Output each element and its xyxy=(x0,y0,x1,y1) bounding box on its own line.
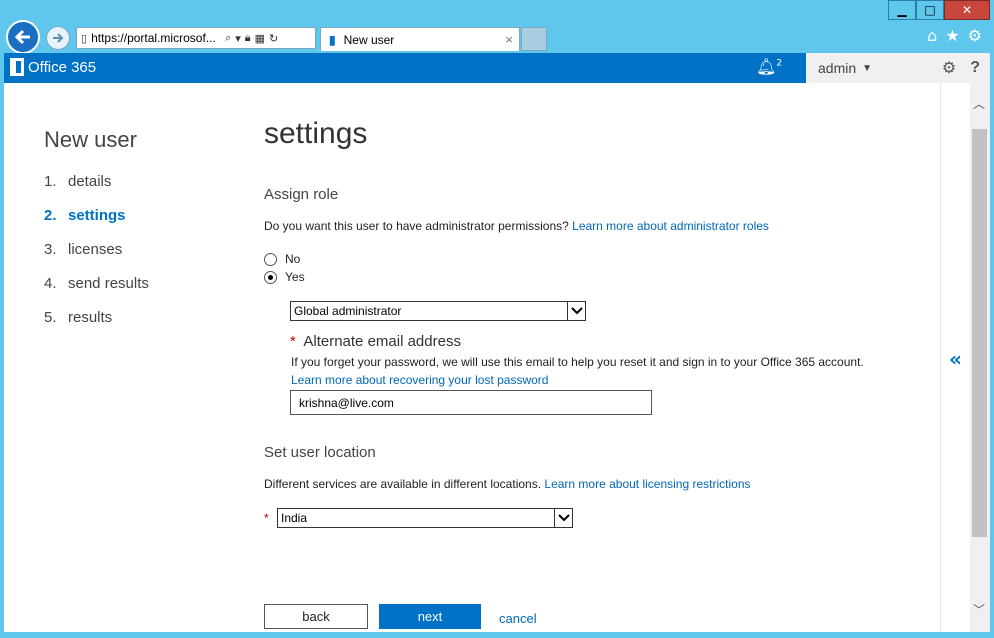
step-details[interactable]: 1. details xyxy=(44,173,149,207)
wizard-steps: 1. details 2. settings 3. licenses 4. send r… xyxy=(44,173,149,343)
chevron-down-icon[interactable]: ▼ xyxy=(862,63,872,74)
recover-password-link[interactable]: Learn more about recovering your lost pa… xyxy=(291,373,548,387)
office-logo-icon xyxy=(10,58,24,76)
address-bar[interactable]: ▯ https://portal.microsof... ⌕ ▾ 🔒︎ ▦ ↻ xyxy=(76,27,316,49)
chevron-down-icon[interactable] xyxy=(567,302,585,320)
role-select[interactable]: Global administrator xyxy=(290,301,586,321)
page-icon: ▯ xyxy=(81,32,88,45)
brand-name: Office 365 xyxy=(28,58,97,76)
compat-icon[interactable]: ▦ xyxy=(255,32,265,45)
step-licenses[interactable]: 3. licenses xyxy=(44,241,149,275)
step-settings[interactable]: 2. settings xyxy=(44,207,149,241)
favorites-star-icon[interactable]: ★ xyxy=(945,26,959,45)
side-panel: « xyxy=(940,83,970,632)
location-required-mark: * xyxy=(264,511,269,525)
close-tab-icon[interactable]: × xyxy=(505,32,513,47)
back-arrow-icon[interactable] xyxy=(6,20,40,54)
page-title: settings xyxy=(264,117,368,150)
location-select-value: India xyxy=(281,511,308,525)
window-controls: ▁ □ ✕ xyxy=(888,0,990,20)
radio-no-label: No xyxy=(285,252,301,266)
wizard-content: New user 1. details 2. settings 3. licenses… xyxy=(4,83,940,632)
alt-email-input[interactable]: krishna@live.com xyxy=(290,390,652,415)
maximize-button[interactable]: □ xyxy=(916,0,944,20)
office365-logo[interactable]: Office 365 xyxy=(10,58,96,76)
radio-no-row[interactable]: No xyxy=(264,252,300,266)
help-icon[interactable]: ? xyxy=(970,59,980,77)
role-select-value: Global administrator xyxy=(294,304,402,318)
step-results[interactable]: 5. results xyxy=(44,309,149,343)
address-text: https://portal.microsof... xyxy=(91,31,216,45)
refresh-icon[interactable]: ↻ xyxy=(269,32,278,45)
office-tab-icon: ▮ xyxy=(329,32,336,47)
home-icon[interactable]: ⌂ xyxy=(927,26,937,45)
collapse-double-chevron-icon[interactable]: « xyxy=(949,347,962,371)
forward-arrow-icon[interactable] xyxy=(46,26,70,50)
user-location-heading: Set user location xyxy=(264,444,376,461)
scroll-down-chevron-icon[interactable]: ﹀ xyxy=(973,601,985,618)
radio-yes[interactable] xyxy=(264,270,277,284)
chevron-down-icon[interactable] xyxy=(554,509,572,527)
minimize-button[interactable]: ▁ xyxy=(888,0,916,20)
new-tab-button[interactable] xyxy=(521,27,547,51)
location-description: Different services are available in diff… xyxy=(264,477,751,491)
radio-no[interactable] xyxy=(264,252,277,266)
office365-header: Office 365 🔔︎2 admin ▼ ⚙ ? xyxy=(4,53,990,83)
wizard-title: New user xyxy=(44,127,137,152)
back-button[interactable]: back xyxy=(264,604,368,629)
next-button[interactable]: next xyxy=(379,604,481,629)
assign-role-heading: Assign role xyxy=(264,186,339,203)
lock-icon[interactable]: 🔒︎ xyxy=(245,32,251,45)
location-select[interactable]: India xyxy=(277,508,573,528)
user-area: admin ▼ ⚙ ? xyxy=(806,53,990,83)
radio-yes-row[interactable]: Yes xyxy=(264,270,305,284)
scrollbar-thumb[interactable] xyxy=(972,129,987,537)
notification-count: 2 xyxy=(776,58,783,69)
radio-yes-label: Yes xyxy=(285,270,305,284)
tab-title: New user xyxy=(343,32,395,47)
gear-icon[interactable]: ⚙ xyxy=(942,58,956,78)
dropdown-icon[interactable]: ▾ xyxy=(235,32,241,45)
licensing-restrictions-link[interactable]: Learn more about licensing restrictions xyxy=(544,477,750,491)
close-window-button[interactable]: ✕ xyxy=(944,0,990,20)
tab-new-user[interactable]: ▮ New user × xyxy=(320,27,520,51)
required-mark: * xyxy=(290,333,296,350)
window-bottom-border xyxy=(0,632,994,638)
settings-gear-icon[interactable]: ⚙ xyxy=(968,26,982,45)
cancel-link[interactable]: cancel xyxy=(499,611,537,626)
notifications-bell-icon[interactable]: 🔔︎2 xyxy=(756,57,782,76)
step-send-results[interactable]: 4. send results xyxy=(44,275,149,309)
alt-email-description: If you forget your password, we will use… xyxy=(291,355,864,369)
browser-tools: ⌂ ★ ⚙ xyxy=(927,26,982,45)
scroll-up-chevron-icon[interactable]: ︿ xyxy=(973,95,985,112)
vertical-scrollbar[interactable]: ︿ ﹀ xyxy=(970,83,990,632)
alt-email-heading: * Alternate email address xyxy=(290,333,461,350)
search-icon[interactable]: ⌕ xyxy=(225,32,231,45)
admin-permissions-question: Do you want this user to have administra… xyxy=(264,219,769,233)
user-menu[interactable]: admin xyxy=(818,60,856,76)
admin-roles-link[interactable]: Learn more about administrator roles xyxy=(572,219,769,233)
